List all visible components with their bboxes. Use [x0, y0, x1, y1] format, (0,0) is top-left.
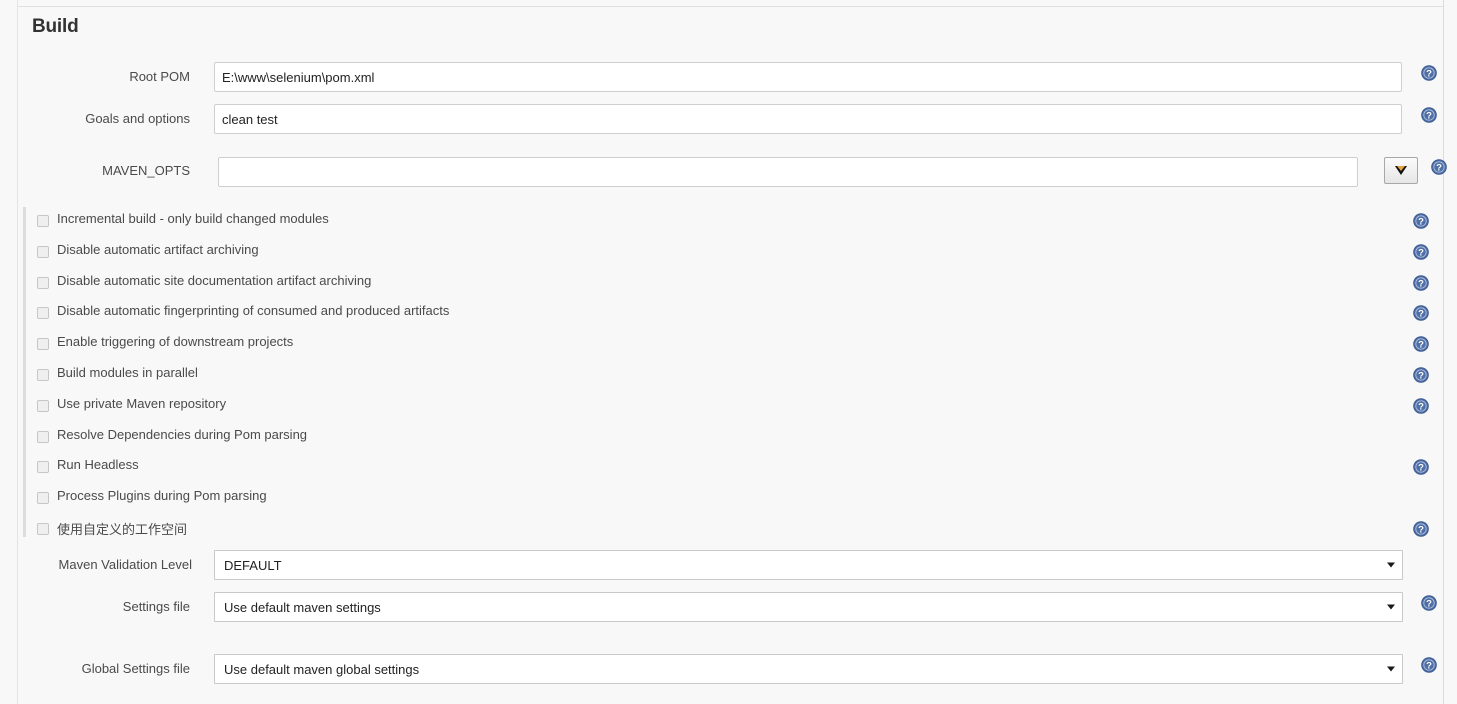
- checkbox-input[interactable]: [37, 215, 49, 227]
- checkbox-row: Run Headless?: [18, 453, 1443, 484]
- goals-options-input[interactable]: [214, 104, 1402, 134]
- checkbox-input[interactable]: [37, 245, 49, 258]
- maven-opts-input[interactable]: [218, 157, 1358, 187]
- maven-validation-level-value: DEFAULT: [224, 557, 282, 573]
- svg-text:?: ?: [1426, 661, 1432, 672]
- svg-text:?: ?: [1418, 340, 1424, 351]
- checkbox-label[interactable]: Use private Maven repository: [57, 396, 226, 411]
- checkbox-input[interactable]: [37, 307, 49, 320]
- chevron-down-icon: [1387, 604, 1395, 610]
- svg-text:?: ?: [1418, 371, 1424, 382]
- checkbox-input[interactable]: [37, 461, 49, 474]
- help-icon[interactable]: ?: [1421, 107, 1437, 123]
- checkbox-label[interactable]: Disable automatic site documentation art…: [57, 273, 371, 288]
- checkbox-row: Build modules in parallel?: [18, 361, 1443, 392]
- svg-text:?: ?: [1418, 401, 1424, 412]
- svg-text:?: ?: [1418, 278, 1424, 289]
- chevron-down-icon: [1387, 666, 1395, 672]
- help-icon[interactable]: ?: [1413, 336, 1429, 352]
- global-settings-file-label: Global Settings file: [81, 661, 190, 676]
- settings-file-label: Settings file: [122, 599, 190, 614]
- help-icon[interactable]: ?: [1413, 367, 1429, 383]
- checkbox-label[interactable]: Incremental build - only build changed m…: [57, 211, 329, 226]
- help-icon[interactable]: ?: [1413, 243, 1429, 260]
- row-maven-validation-level: Maven Validation Level DEFAULT: [18, 548, 1443, 584]
- row-root-pom: Root POM ?: [18, 60, 1443, 96]
- checkbox-input[interactable]: [37, 523, 49, 535]
- help-icon[interactable]: ?: [1413, 459, 1429, 476]
- settings-file-value: Use default maven settings: [224, 599, 381, 615]
- right-border: [1443, 0, 1444, 704]
- checkbox-label[interactable]: 使用自定义的工作空间: [57, 519, 187, 538]
- row-goals-options: Goals and options ?: [18, 102, 1443, 138]
- checkbox-input[interactable]: [37, 369, 49, 381]
- top-divider: [18, 6, 1443, 7]
- checkbox-label[interactable]: Process Plugins during Pom parsing: [57, 488, 267, 503]
- maven-opts-label: MAVEN_OPTS: [102, 163, 190, 178]
- checkbox-row: Enable triggering of downstream projects…: [18, 330, 1443, 361]
- global-settings-file-select[interactable]: Use default maven global settings: [214, 654, 1403, 684]
- help-icon[interactable]: ?: [1413, 213, 1429, 229]
- checkbox-row: Disable automatic site documentation art…: [18, 269, 1443, 300]
- row-maven-opts: MAVEN_OPTS ?: [18, 152, 1447, 192]
- help-icon[interactable]: ?: [1421, 595, 1437, 611]
- global-settings-file-value: Use default maven global settings: [224, 661, 420, 677]
- checkbox-row: 使用自定义的工作空间?: [18, 515, 1443, 546]
- row-global-settings-file: Global Settings file Use default maven g…: [18, 652, 1443, 688]
- help-icon[interactable]: ?: [1421, 65, 1437, 81]
- help-icon[interactable]: ?: [1413, 274, 1429, 291]
- checkbox-input[interactable]: [37, 492, 49, 505]
- checkbox-input[interactable]: [37, 430, 49, 443]
- checkbox-input[interactable]: [37, 276, 49, 289]
- svg-text:?: ?: [1418, 525, 1424, 536]
- checkbox-label[interactable]: Resolve Dependencies during Pom parsing: [57, 427, 307, 442]
- svg-text:?: ?: [1426, 69, 1432, 80]
- checkbox-label[interactable]: Disable automatic artifact archiving: [57, 242, 259, 257]
- goals-options-label: Goals and options: [85, 111, 190, 126]
- maven-validation-level-select[interactable]: DEFAULT: [214, 550, 1403, 580]
- chevron-down-icon: [1387, 562, 1395, 568]
- checkbox-input[interactable]: [37, 399, 49, 412]
- root-pom-input[interactable]: [214, 62, 1402, 92]
- checkbox-row: Disable automatic artifact archiving?: [18, 238, 1443, 269]
- maven-opts-dropdown-button[interactable]: [1384, 157, 1418, 184]
- build-section-page: Build Root POM ? Goals and options ? MAV…: [0, 0, 1457, 704]
- checkbox-label[interactable]: Build modules in parallel: [57, 365, 198, 380]
- checkbox-row: Process Plugins during Pom parsing: [18, 484, 1443, 515]
- svg-text:?: ?: [1418, 247, 1424, 258]
- svg-text:?: ?: [1418, 309, 1424, 320]
- help-icon[interactable]: ?: [1413, 521, 1429, 537]
- checkbox-row: Use private Maven repository?: [18, 392, 1443, 423]
- help-icon[interactable]: ?: [1413, 305, 1429, 322]
- root-pom-label: Root POM: [129, 69, 190, 84]
- svg-text:?: ?: [1426, 599, 1432, 610]
- checkbox-label[interactable]: Enable triggering of downstream projects: [57, 334, 293, 349]
- row-settings-file: Settings file Use default maven settings…: [18, 590, 1443, 626]
- checkbox-input[interactable]: [37, 338, 49, 351]
- settings-file-select[interactable]: Use default maven settings: [214, 592, 1403, 622]
- help-icon[interactable]: ?: [1413, 397, 1429, 414]
- maven-validation-level-label: Maven Validation Level: [58, 557, 192, 572]
- help-icon[interactable]: ?: [1431, 159, 1447, 175]
- checkbox-label[interactable]: Disable automatic fingerprinting of cons…: [57, 303, 449, 318]
- triangle-down-icon: [1395, 166, 1407, 175]
- page-title: Build: [32, 16, 79, 37]
- checkbox-row: Disable automatic fingerprinting of cons…: [18, 299, 1443, 330]
- help-icon[interactable]: ?: [1421, 657, 1437, 673]
- svg-text:?: ?: [1436, 163, 1442, 174]
- checkbox-row: Resolve Dependencies during Pom parsing: [18, 423, 1443, 454]
- checkbox-label[interactable]: Run Headless: [57, 457, 139, 472]
- svg-text:?: ?: [1418, 463, 1424, 474]
- checkbox-row: Incremental build - only build changed m…: [18, 207, 1443, 238]
- svg-text:?: ?: [1418, 217, 1424, 228]
- svg-text:?: ?: [1426, 111, 1432, 122]
